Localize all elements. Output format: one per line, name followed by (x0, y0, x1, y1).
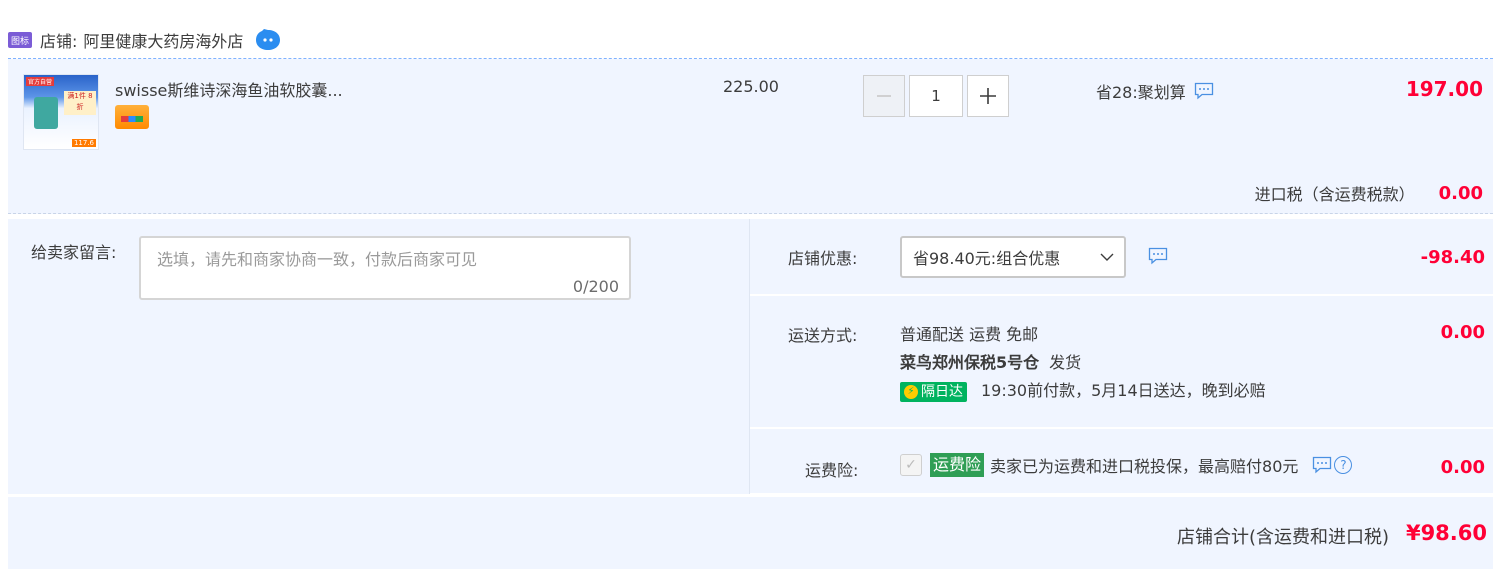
message-icon[interactable] (1194, 82, 1214, 100)
increase-button[interactable] (967, 75, 1009, 117)
shop-discount-select[interactable]: 省98.40元:组合优惠 (900, 236, 1126, 278)
decrease-button[interactable] (863, 75, 905, 117)
discount-text: 省28:聚划算 (1096, 83, 1186, 102)
shipping-details: 普通配送 运费 免邮 菜鸟郑州保税5号仓 发货 ⚡ 隔日达 19:30前付款，5月14… (900, 321, 1266, 405)
message-icon[interactable] (1312, 456, 1332, 474)
message-icon[interactable] (1148, 247, 1168, 265)
seller-message-textarea[interactable]: 选填，请先和商家协商一致，付款后商家可见 0/200 (139, 236, 631, 300)
shop-discount-label: 店铺优惠: (788, 249, 858, 268)
item-total-price: 197.00 (1405, 77, 1483, 101)
insurance-tag: 运费险 (930, 453, 985, 477)
shipping-warehouse: 菜鸟郑州保税5号仓 (900, 353, 1040, 372)
bottle-image (34, 97, 58, 129)
order-item-row: 官方自营 满1件 8折 117.6 swisse斯维诗深海鱼油软胶囊... 22… (8, 59, 1493, 214)
tmall-icon: 图标 (8, 32, 32, 48)
card-icon (115, 105, 149, 129)
insurance-label: 运费险: (805, 461, 859, 480)
insurance-text: 卖家已为运费和进口税投保，最高赔付80元 (990, 457, 1299, 476)
shipping-value: 0.00 (1440, 322, 1485, 343)
delivery-note: 19:30前付款，5月14日送达，晚到必赔 (981, 381, 1266, 400)
quantity-stepper: 1 (863, 75, 1009, 117)
shop-total-value: ¥98.60 (1405, 521, 1487, 545)
tax-value: 0.00 (1438, 182, 1483, 204)
shipping-method: 普通配送 运费 免邮 (900, 325, 1039, 344)
message-counter: 0/200 (572, 277, 619, 296)
order-options-panel: 给卖家留言: 选填，请先和商家协商一致，付款后商家可见 0/200 店铺优惠: … (8, 219, 1493, 494)
shop-total-row: 店铺合计(含运费和进口税) ¥98.60 (8, 497, 1493, 569)
insurance-value: 0.00 (1440, 457, 1485, 478)
thumb-promo: 满1件 8折 (64, 91, 96, 115)
shipping-section: 运送方式: 普通配送 运费 免邮 菜鸟郑州保税5号仓 发货 ⚡ 隔日达 19:30前付… (750, 296, 1493, 429)
minus-icon (877, 95, 891, 97)
shipping-label: 运送方式: (788, 326, 858, 345)
product-thumbnail[interactable]: 官方自营 满1件 8折 117.6 (23, 74, 99, 150)
next-day-badge: ⚡ 隔日达 (900, 381, 967, 402)
chevron-down-icon (1100, 253, 1114, 261)
seller-message-section: 给卖家留言: 选填，请先和商家协商一致，付款后商家可见 0/200 (8, 219, 750, 494)
import-tax-row: 进口税（含运费税款） 0.00 (1255, 181, 1483, 205)
product-title-link[interactable]: swisse斯维诗深海鱼油软胶囊... (115, 77, 343, 101)
shop-discount-section: 店铺优惠: 省98.40元:组合优惠 -98.40 (750, 219, 1493, 296)
quantity-value: 1 (931, 87, 941, 105)
chat-bubble-icon[interactable] (255, 29, 281, 51)
unit-price: 225.00 (723, 77, 779, 96)
thumb-price: 117.6 (71, 139, 96, 147)
order-details: 店铺优惠: 省98.40元:组合优惠 -98.40 运送方式: 普通配送 运费 … (750, 219, 1493, 494)
help-icon[interactable]: ? (1334, 456, 1353, 474)
quantity-input[interactable]: 1 (909, 75, 963, 117)
shipping-dispatch: 发货 (1049, 353, 1082, 372)
insurance-row: ✓ 运费险 卖家已为运费和进口税投保，最高赔付80元 ? (900, 453, 1353, 477)
check-icon: ✓ (905, 457, 917, 473)
item-discount: 省28:聚划算 (1096, 79, 1214, 103)
insurance-section: 运费险: ✓ 运费险 卖家已为运费和进口税投保，最高赔付80元 ? 0.00 (750, 429, 1493, 494)
shop-header: 图标 店铺: 阿里健康大药房海外店 (8, 22, 1493, 58)
seller-message-label: 给卖家留言: (31, 243, 117, 262)
shop-total-label: 店铺合计(含运费和进口税) (1176, 527, 1389, 548)
plus-icon (980, 88, 996, 104)
insurance-checkbox[interactable]: ✓ (900, 454, 922, 476)
shop-discount-value: -98.40 (1420, 247, 1485, 268)
tax-label: 进口税（含运费税款） (1254, 185, 1415, 204)
shop-name-link[interactable]: 阿里健康大药房海外店 (83, 28, 243, 52)
lightning-icon: ⚡ (904, 384, 918, 399)
shop-discount-selected: 省98.40元:组合优惠 (913, 249, 1061, 268)
message-placeholder: 选填，请先和商家协商一致，付款后商家可见 (157, 250, 478, 269)
thumb-tag: 官方自营 (26, 77, 55, 86)
shop-label: 店铺: (40, 32, 78, 51)
